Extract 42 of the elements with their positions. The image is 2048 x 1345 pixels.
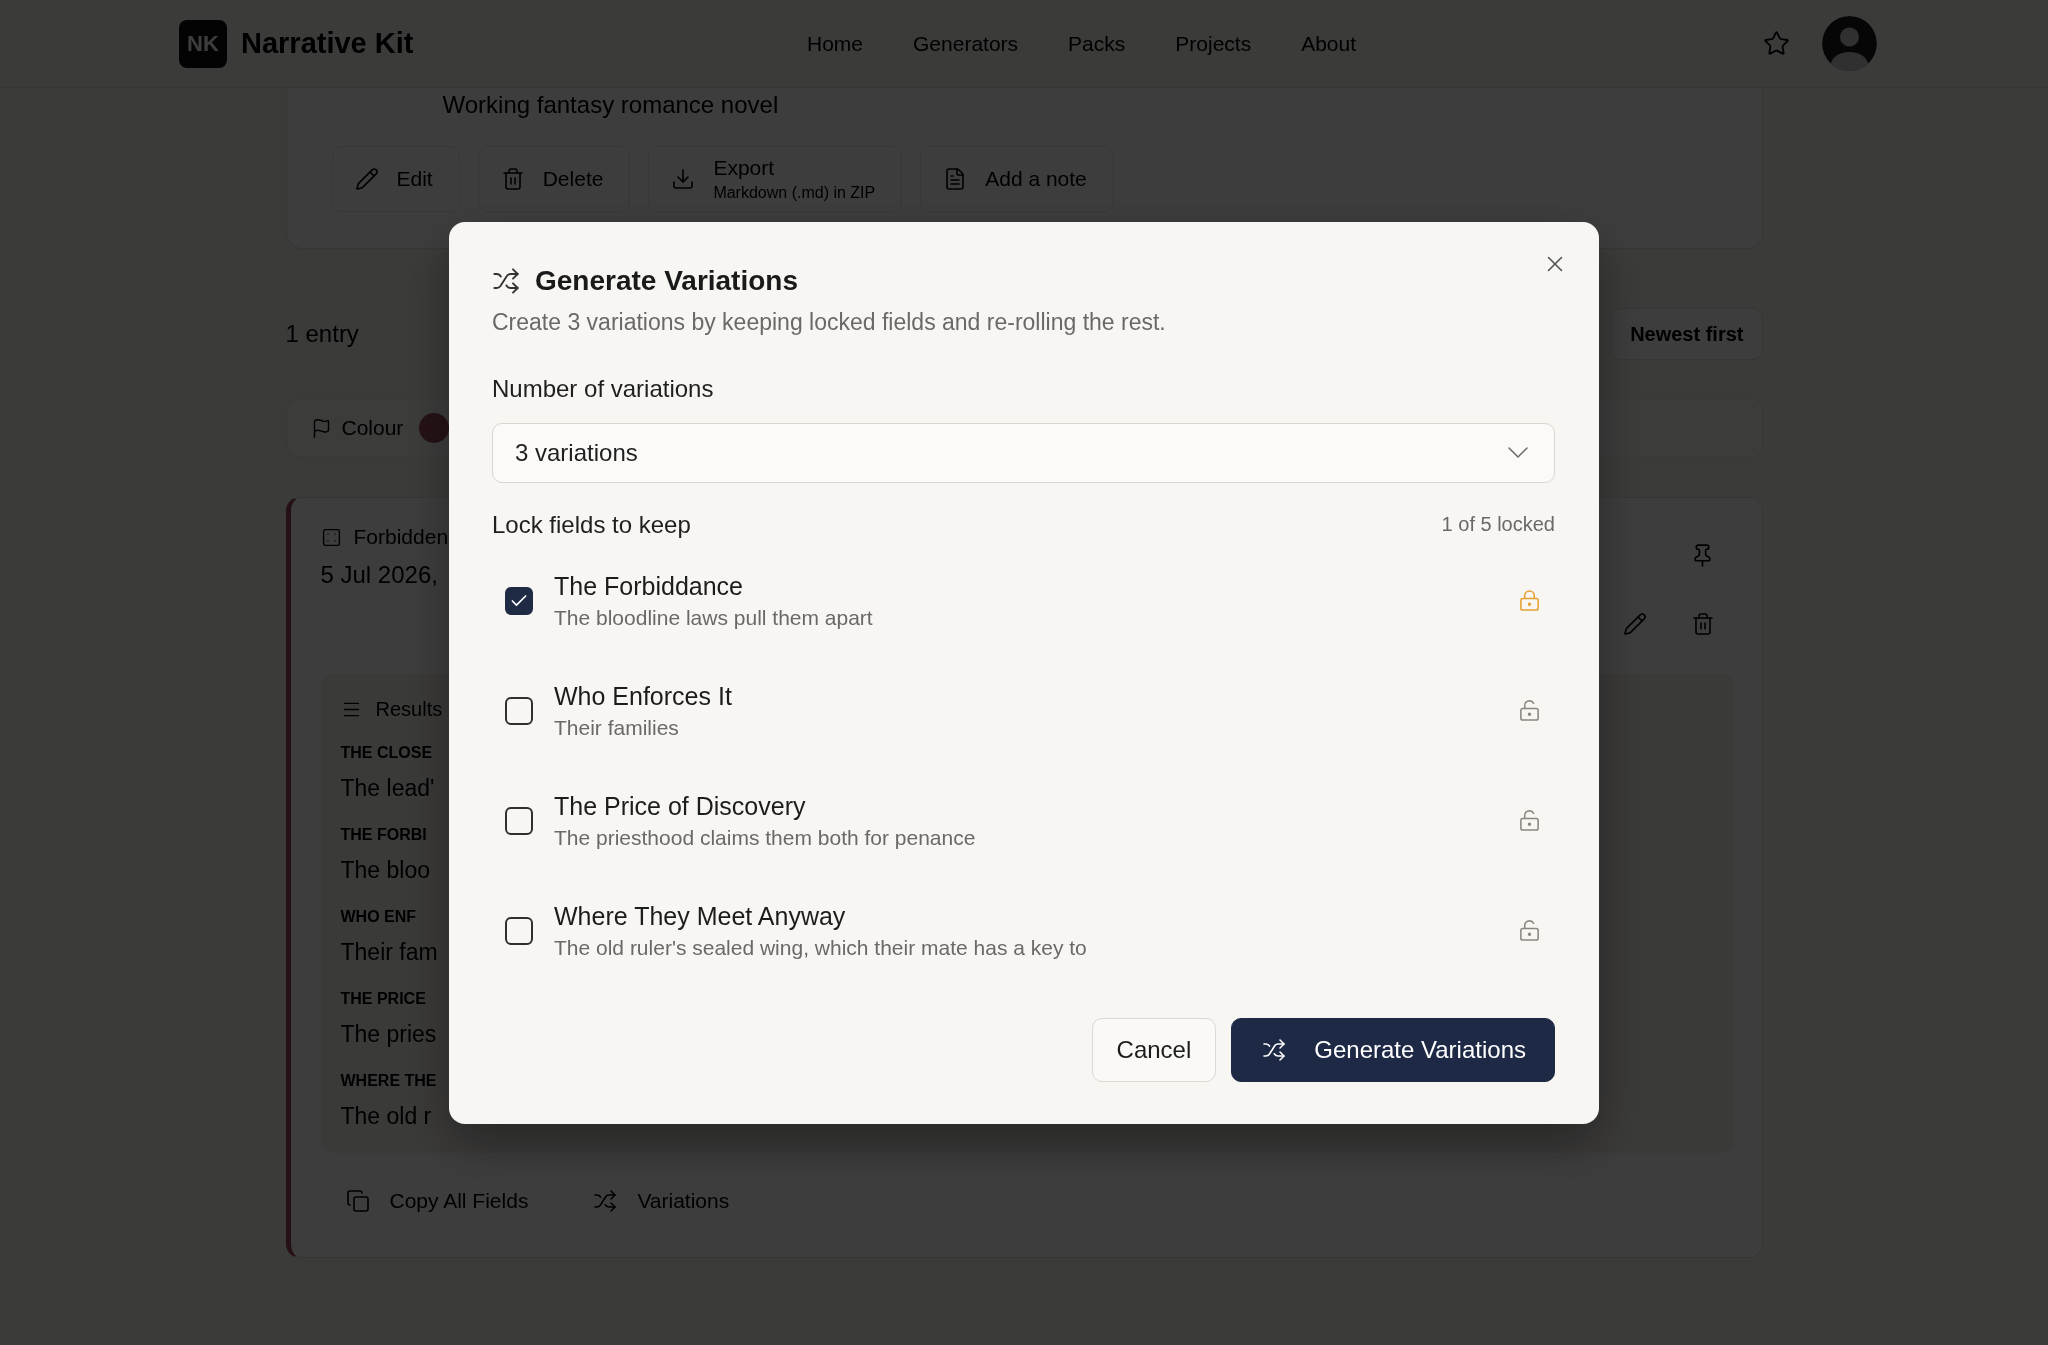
count-label: Number of variations — [492, 373, 715, 404]
unlock-icon[interactable] — [1518, 919, 1541, 942]
field-value: The bloo — [340, 856, 430, 885]
results-heading: Results — [375, 697, 443, 721]
field-value: The lead' — [340, 774, 435, 803]
locked-count: 1 of 5 locked — [1441, 513, 1555, 536]
field-label: WHERE THE — [340, 1071, 437, 1091]
field-value: The pries — [340, 1020, 437, 1049]
option-value: The bloodline laws pull them apart — [554, 604, 873, 631]
cancel-button[interactable]: Cancel — [1091, 1017, 1217, 1082]
field-label: WHO ENF — [340, 907, 417, 927]
shuffle-icon — [492, 266, 520, 295]
project-description: Working fantasy romance novel — [442, 92, 779, 118]
dialog-title: Generate Variations — [535, 264, 798, 297]
caret-icon — [1508, 447, 1528, 458]
generate-button[interactable]: Generate Variations — [1231, 1017, 1555, 1082]
field-label: THE FORBI — [340, 825, 427, 845]
option-title: The Price of Discovery — [554, 790, 806, 822]
option-title: Where They Meet Anyway — [554, 900, 846, 932]
checkbox[interactable] — [505, 806, 533, 835]
option-title: Who Enforces It — [554, 680, 732, 712]
field-label: THE PRICE — [340, 989, 426, 1009]
option-value: The old ruler's sealed wing, which their mate has a key to — [554, 934, 1087, 961]
unlock-icon[interactable] — [1518, 699, 1541, 722]
shuffle-icon — [1262, 1037, 1287, 1062]
variations-select[interactable]: 3 variations — [492, 422, 1555, 483]
option-title: The Forbiddance — [554, 570, 743, 602]
unlock-icon[interactable] — [1518, 809, 1541, 832]
entry-count: 1 entry — [285, 320, 359, 348]
option-value: The priesthood claims them both for penance — [554, 824, 976, 851]
checkbox[interactable] — [505, 696, 533, 725]
checkbox[interactable] — [505, 586, 533, 615]
field-label: THE CLOSE — [340, 743, 433, 763]
entry-date: 5 Jul 2026, — [320, 560, 438, 590]
option-value: Their families — [554, 714, 679, 741]
brand-name: Narrative Kit — [241, 27, 414, 60]
checkbox[interactable] — [505, 916, 533, 945]
field-value: Their fam — [340, 938, 438, 967]
dialog-description: Create 3 variations by keeping locked fields and re-rolling the rest. — [492, 307, 1167, 337]
entry-title: Forbidden — [353, 525, 449, 549]
lock-fields-label: Lock fields to keep — [492, 509, 691, 540]
field-value: The old r — [340, 1102, 432, 1131]
